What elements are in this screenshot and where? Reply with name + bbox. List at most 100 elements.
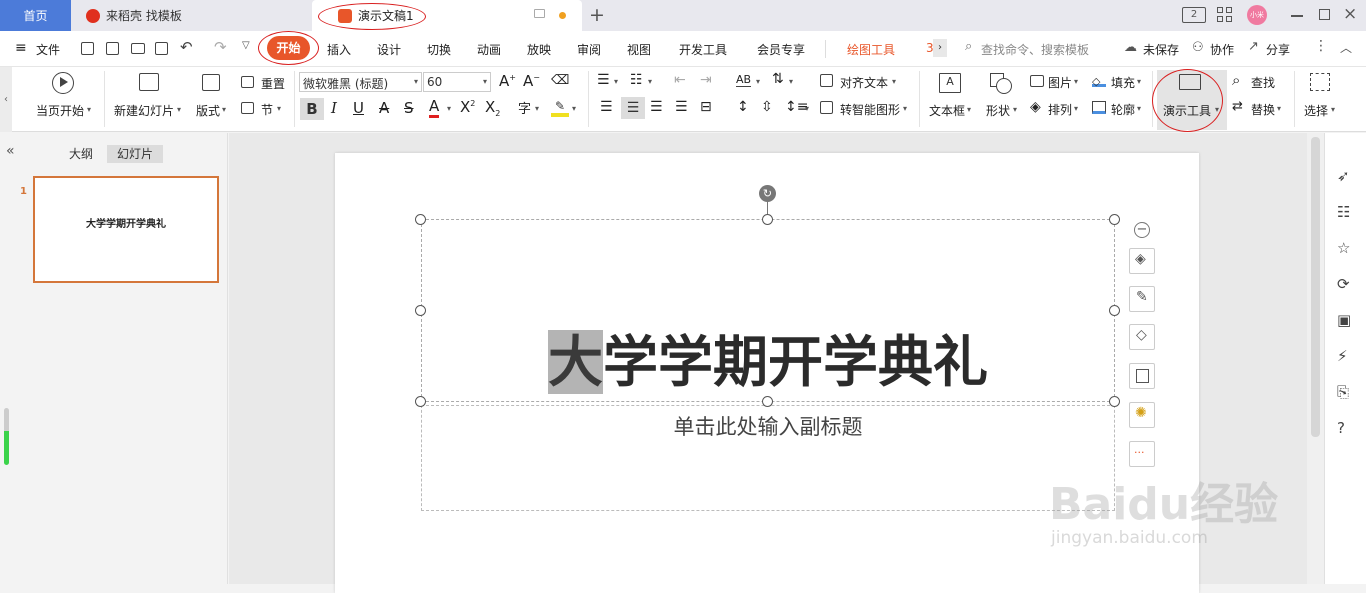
collaborate-button[interactable]: 协作 (1210, 41, 1234, 58)
play-icon[interactable] (52, 72, 74, 94)
caret-icon[interactable]: ▾ (572, 104, 576, 113)
resize-handle[interactable] (415, 214, 426, 225)
convert-smart-shape-button[interactable]: 转智能图形 (840, 101, 900, 118)
menu-file[interactable]: 文件 (36, 41, 60, 58)
bullet-list-icon[interactable]: ☰ (597, 72, 610, 88)
star-icon[interactable]: ☆ (1337, 239, 1355, 257)
quick-access-dropdown-icon[interactable]: ▽ (242, 40, 250, 51)
caret-icon[interactable]: ▾ (789, 77, 793, 86)
align-center-icon[interactable]: ☰ (621, 97, 645, 119)
paragraph-spacing-icon[interactable]: ⇳ (761, 99, 773, 115)
decrease-font-icon[interactable]: A− (523, 72, 540, 90)
section-button[interactable]: 节 (261, 101, 273, 118)
collapse-ribbon-icon[interactable]: ︿ (1340, 39, 1352, 56)
font-color-icon[interactable]: A (429, 98, 440, 118)
hamburger-icon[interactable]: ≡ (15, 40, 27, 56)
select-button[interactable]: 选择 (1304, 102, 1328, 119)
font-name-select[interactable]: 微软雅黑 (标题) ▾ (299, 72, 422, 92)
layout-icon[interactable] (202, 74, 220, 91)
resize-handle[interactable] (1109, 305, 1120, 316)
caret-icon[interactable]: ▾ (277, 104, 281, 113)
caret-icon[interactable]: ▾ (756, 77, 760, 86)
slide-title[interactable]: 大学学期开学典礼 (421, 329, 1115, 395)
rocket-icon[interactable]: ➶ (1337, 167, 1355, 185)
caret-icon[interactable]: ▾ (447, 104, 451, 113)
shape-button[interactable]: 形状 (986, 102, 1010, 119)
menu-design[interactable]: 设计 (377, 41, 401, 58)
font-size-select[interactable]: 60 ▾ (423, 72, 491, 92)
tab-outline[interactable]: 大纲 (62, 145, 100, 163)
slide-title-rest[interactable]: 学学期开学典礼 (603, 330, 988, 394)
monitor-icon[interactable] (534, 9, 545, 18)
command-search[interactable]: 查找命令、搜索模板 (981, 41, 1089, 58)
resize-handle[interactable] (1109, 214, 1120, 225)
animation-icon[interactable]: ⚡ (1337, 347, 1355, 365)
distribute-icon[interactable]: ⊟ (700, 99, 712, 115)
numbered-list-icon[interactable]: ☷ (630, 72, 643, 88)
minimize-icon[interactable] (1291, 15, 1303, 17)
close-icon[interactable]: × (1343, 4, 1357, 24)
undo-icon[interactable]: ↶ (180, 38, 193, 56)
tab-home[interactable]: 首页 (0, 0, 71, 31)
underline-icon[interactable]: U (353, 99, 364, 117)
caret-icon[interactable]: ▾ (1137, 104, 1141, 113)
more-icon[interactable]: ⋮ (1314, 38, 1328, 54)
book-icon[interactable]: ⎘ (1337, 383, 1355, 401)
textbox-icon[interactable]: A (939, 73, 961, 93)
avatar[interactable]: 小米 (1247, 5, 1267, 25)
caret-icon[interactable]: ▾ (903, 104, 907, 113)
help-icon[interactable]: ? (1337, 419, 1355, 437)
from-current-slide-button[interactable]: 当页开始 (36, 102, 84, 119)
rotate-handle-icon[interactable]: ↻ (759, 185, 776, 202)
menu-drawing-tools[interactable]: 绘图工具 (847, 41, 895, 58)
restore-icon[interactable] (1319, 9, 1330, 20)
caret-icon[interactable]: ▾ (1074, 104, 1078, 113)
caret-icon[interactable]: ▾ (967, 105, 971, 114)
caret-icon[interactable]: ▾ (1074, 77, 1078, 86)
sort-icon[interactable]: ⇅ (772, 71, 784, 87)
align-text-button[interactable]: 对齐文本 (840, 74, 888, 91)
align-left-icon[interactable]: ☰ (600, 99, 613, 115)
menu-animation[interactable]: 动画 (477, 41, 501, 58)
menu-member[interactable]: 会员专享 (757, 41, 805, 58)
more-options-icon[interactable]: ··· (1129, 441, 1155, 467)
replace-button[interactable]: 替换 (1251, 101, 1275, 118)
subtitle-prompt[interactable]: 单击此处输入副标题 (421, 411, 1115, 441)
increase-indent-icon[interactable]: ⇥ (700, 72, 712, 88)
outline-button[interactable]: 轮廓 (1111, 101, 1135, 118)
caret-icon[interactable]: ▾ (87, 105, 91, 114)
fill-bucket-icon[interactable]: ◇ (1129, 324, 1155, 350)
tab-slides[interactable]: 幻灯片 (107, 145, 163, 163)
caret-icon[interactable]: ▾ (1137, 77, 1141, 86)
shape-circle-icon[interactable] (996, 78, 1012, 94)
caret-icon[interactable]: ▾ (222, 105, 226, 114)
print-preview-icon[interactable] (155, 42, 168, 55)
slide-thumbnail[interactable]: 大学学期开学典礼 (33, 176, 219, 283)
unsaved-status[interactable]: 未保存 (1143, 41, 1179, 58)
caret-icon[interactable]: ▾ (1013, 105, 1017, 114)
menu-insert[interactable]: 插入 (327, 41, 351, 58)
increase-font-icon[interactable]: A+ (499, 72, 516, 90)
menu-review[interactable]: 审阅 (577, 41, 601, 58)
picture-button[interactable]: 图片 (1048, 74, 1072, 91)
layout-button[interactable]: 版式 (196, 102, 220, 119)
ribbon-scroll-left-icon[interactable]: ‹ (0, 67, 12, 132)
pen-icon[interactable]: ✎ (1129, 286, 1155, 312)
new-tab-icon[interactable]: + (589, 4, 605, 26)
layers-icon[interactable]: ◈ (1129, 248, 1155, 274)
justify-icon[interactable]: ☰ (675, 99, 688, 115)
superscript-icon[interactable]: X2 (460, 98, 475, 116)
subscript-icon[interactable]: X2 (485, 98, 500, 118)
settings-sliders-icon[interactable]: ☷ (1337, 203, 1355, 221)
apps-grid-icon[interactable] (1217, 7, 1233, 23)
strikethrough-icon[interactable]: A (379, 99, 389, 117)
menu-transition[interactable]: 切换 (427, 41, 451, 58)
save-icon[interactable] (81, 42, 94, 55)
character-shading-icon[interactable]: 字 (518, 98, 531, 117)
export-pdf-icon[interactable] (106, 42, 119, 55)
frame-icon[interactable] (1129, 363, 1155, 389)
new-slide-button[interactable]: 新建幻灯片 (114, 102, 174, 119)
menu-developer[interactable]: 开发工具 (679, 41, 727, 58)
text-direction-icon[interactable]: AB (736, 73, 752, 87)
lightbulb-icon[interactable]: ✺ (1129, 402, 1155, 428)
